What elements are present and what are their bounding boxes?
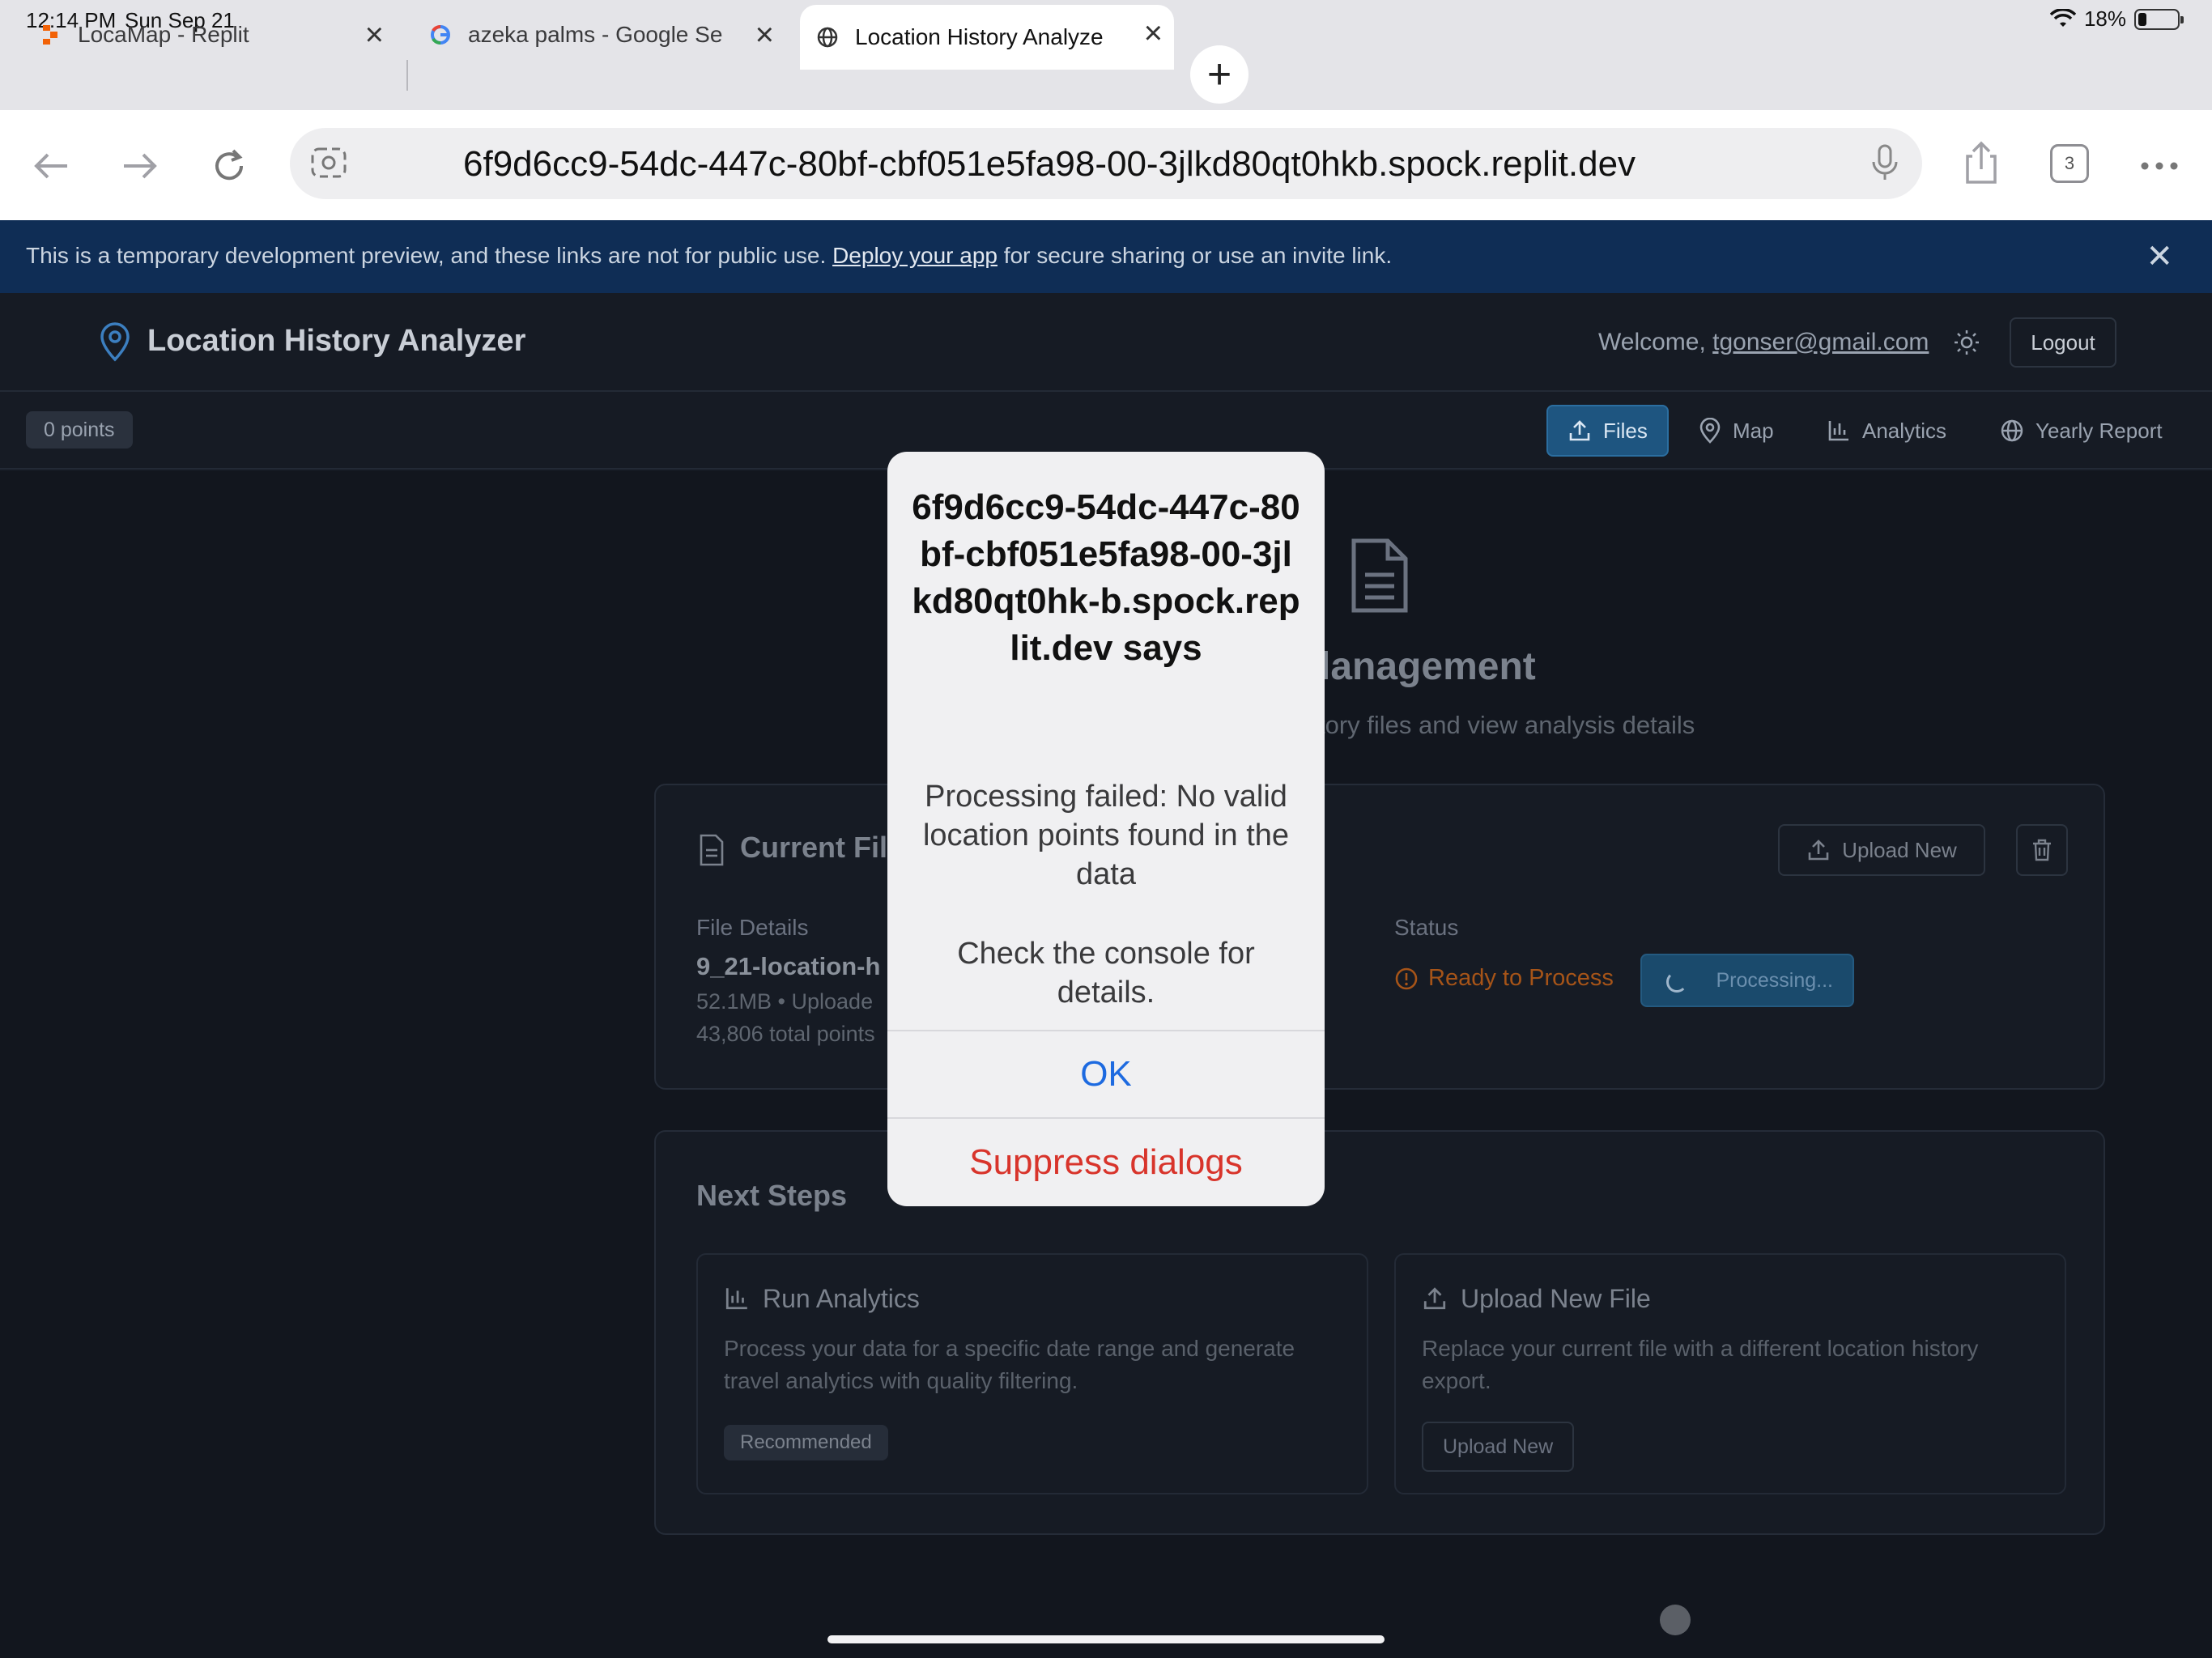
arrow-left-icon bbox=[34, 153, 67, 179]
reload-icon bbox=[215, 149, 244, 181]
spinner-icon bbox=[1666, 971, 1687, 993]
document-icon bbox=[1347, 538, 1412, 618]
bar-chart-icon bbox=[1828, 421, 1848, 441]
url-text[interactable]: 6f9d6cc9-54dc-447c-80bf-cbf051e5fa98-00-… bbox=[463, 144, 1825, 185]
current-file-title: Current File bbox=[740, 831, 904, 864]
tab-label: azeka palms - Google Se bbox=[468, 22, 723, 47]
delete-file-button[interactable] bbox=[2016, 824, 2068, 876]
home-indicator[interactable] bbox=[827, 1635, 1385, 1643]
close-tab-icon[interactable]: × bbox=[755, 19, 774, 51]
app-title: Location History Analyzer bbox=[147, 324, 526, 358]
upload-icon bbox=[1569, 420, 1590, 441]
page-subtitle: tory files and view analysis details bbox=[1318, 711, 1695, 739]
close-banner-icon[interactable]: ✕ bbox=[2146, 238, 2173, 275]
upload-new-secondary-button[interactable]: Upload New bbox=[1422, 1422, 1575, 1472]
tab-label: LocaMap - Replit bbox=[78, 22, 249, 47]
status-badge: Ready to Process bbox=[1394, 965, 1614, 992]
reload-button[interactable] bbox=[201, 138, 257, 194]
map-pin-icon bbox=[97, 322, 133, 367]
back-button[interactable] bbox=[23, 138, 79, 194]
nav-tab-yearly-report[interactable]: Yearly Report bbox=[2000, 405, 2163, 457]
bar-chart-icon bbox=[724, 1286, 750, 1316]
close-tab-icon[interactable]: × bbox=[365, 19, 384, 51]
next-steps-title: Next Steps bbox=[696, 1179, 848, 1212]
tab-divider bbox=[406, 60, 408, 91]
run-analytics-card[interactable]: Run Analytics Process your data for a sp… bbox=[696, 1253, 1368, 1494]
replit-icon bbox=[39, 23, 62, 46]
arrow-right-icon bbox=[124, 153, 157, 179]
tab-label: Location History Analyze bbox=[855, 24, 1104, 49]
dialog-message: Processing failed: No valid location poi… bbox=[922, 780, 1290, 891]
tab-google[interactable]: azeka palms - Google Se × bbox=[429, 6, 785, 63]
deploy-link[interactable]: Deploy your app bbox=[832, 243, 998, 268]
dialog-message-secondary: Check the console for details. bbox=[957, 937, 1255, 1010]
dialog-suppress-button[interactable]: Suppress dialogs bbox=[887, 1117, 1325, 1206]
upload-icon bbox=[1422, 1286, 1448, 1316]
upload-new-file-title: Upload New File bbox=[1461, 1284, 1651, 1313]
wifi-icon bbox=[2049, 8, 2076, 27]
alert-circle-icon bbox=[1395, 967, 1418, 989]
app-header: Location History Analyzer Welcome, tgons… bbox=[0, 293, 2212, 392]
status-right: 18% bbox=[2049, 6, 2184, 32]
map-pin-icon bbox=[1699, 418, 1721, 444]
dialog-ok-button[interactable]: OK bbox=[887, 1030, 1325, 1117]
upload-new-file-card: Upload New File Replace your current fil… bbox=[1394, 1253, 2066, 1494]
alert-dialog: 6f9d6cc9-54dc-447c-80bf-cbf051e5fa98-00-… bbox=[887, 452, 1325, 1206]
battery-icon bbox=[2134, 8, 2184, 30]
share-icon bbox=[1966, 141, 1997, 184]
user-email[interactable]: tgonser@gmail.com bbox=[1712, 329, 1929, 355]
globe-icon bbox=[2001, 419, 2023, 442]
page-title: lanagement bbox=[1320, 645, 1536, 688]
nav-tab-files[interactable]: Files bbox=[1546, 405, 1669, 457]
logout-button[interactable]: Logout bbox=[2010, 317, 2116, 368]
points-badge: 0 points bbox=[26, 411, 133, 449]
address-bar[interactable]: 6f9d6cc9-54dc-447c-80bf-cbf051e5fa98-00-… bbox=[290, 128, 1922, 199]
processing-button[interactable]: Processing... bbox=[1640, 954, 1854, 1007]
upload-new-button[interactable]: Upload New bbox=[1778, 824, 1985, 876]
dialog-title: 6f9d6cc9-54dc-447c-80bf-cbf051e5fa98-00-… bbox=[912, 487, 1300, 668]
battery-percent: 18% bbox=[2083, 6, 2126, 31]
close-tab-icon[interactable]: × bbox=[1144, 17, 1163, 49]
browser-toolbar: 6f9d6cc9-54dc-447c-80bf-cbf051e5fa98-00-… bbox=[0, 110, 2212, 220]
run-analytics-title: Run Analytics bbox=[763, 1284, 920, 1313]
file-details-label: File Details bbox=[696, 915, 809, 940]
current-file-card: Current File Upload New File Details 9_2… bbox=[654, 784, 2105, 1090]
microphone-icon[interactable] bbox=[1869, 142, 1901, 187]
file-icon bbox=[698, 834, 725, 870]
more-menu-button[interactable] bbox=[2131, 138, 2188, 194]
trash-icon bbox=[2033, 839, 2051, 861]
nav-tab-map[interactable]: Map bbox=[1699, 405, 1774, 457]
dev-preview-banner: This is a temporary development preview,… bbox=[0, 220, 2212, 293]
assistive-touch-dot[interactable] bbox=[1660, 1605, 1691, 1635]
file-total-points: 43,806 total points bbox=[696, 1022, 875, 1046]
camera-search-icon[interactable] bbox=[309, 144, 348, 185]
upload-icon bbox=[1808, 840, 1829, 861]
theme-toggle-sun-icon[interactable] bbox=[1953, 329, 1980, 360]
globe-icon bbox=[816, 26, 839, 49]
forward-button[interactable] bbox=[112, 138, 168, 194]
file-name: 9_21-location-h bbox=[696, 952, 881, 980]
upload-new-file-desc: Replace your current file with a differe… bbox=[1422, 1336, 1979, 1393]
share-button[interactable] bbox=[1953, 134, 2010, 191]
file-meta: 52.1MB • Uploade bbox=[696, 989, 874, 1014]
welcome-text: Welcome, tgonser@gmail.com bbox=[1598, 329, 1929, 355]
banner-text: This is a temporary development preview,… bbox=[26, 243, 1393, 268]
recommended-badge: Recommended bbox=[724, 1425, 888, 1460]
tab-locamap[interactable]: LocaMap - Replit × bbox=[39, 6, 395, 63]
run-analytics-desc: Process your data for a specific date ra… bbox=[724, 1336, 1295, 1393]
tab-overview-button[interactable]: 3 bbox=[2050, 144, 2089, 183]
new-tab-button[interactable]: + bbox=[1190, 45, 1249, 104]
tab-location-history[interactable]: Location History Analyze × bbox=[800, 5, 1174, 70]
next-steps-card: Next Steps Run Analytics Process your da… bbox=[654, 1130, 2105, 1535]
status-label: Status bbox=[1394, 915, 1459, 940]
more-icon bbox=[2141, 162, 2178, 170]
nav-tab-analytics[interactable]: Analytics bbox=[1827, 405, 1946, 457]
google-icon bbox=[429, 23, 452, 46]
